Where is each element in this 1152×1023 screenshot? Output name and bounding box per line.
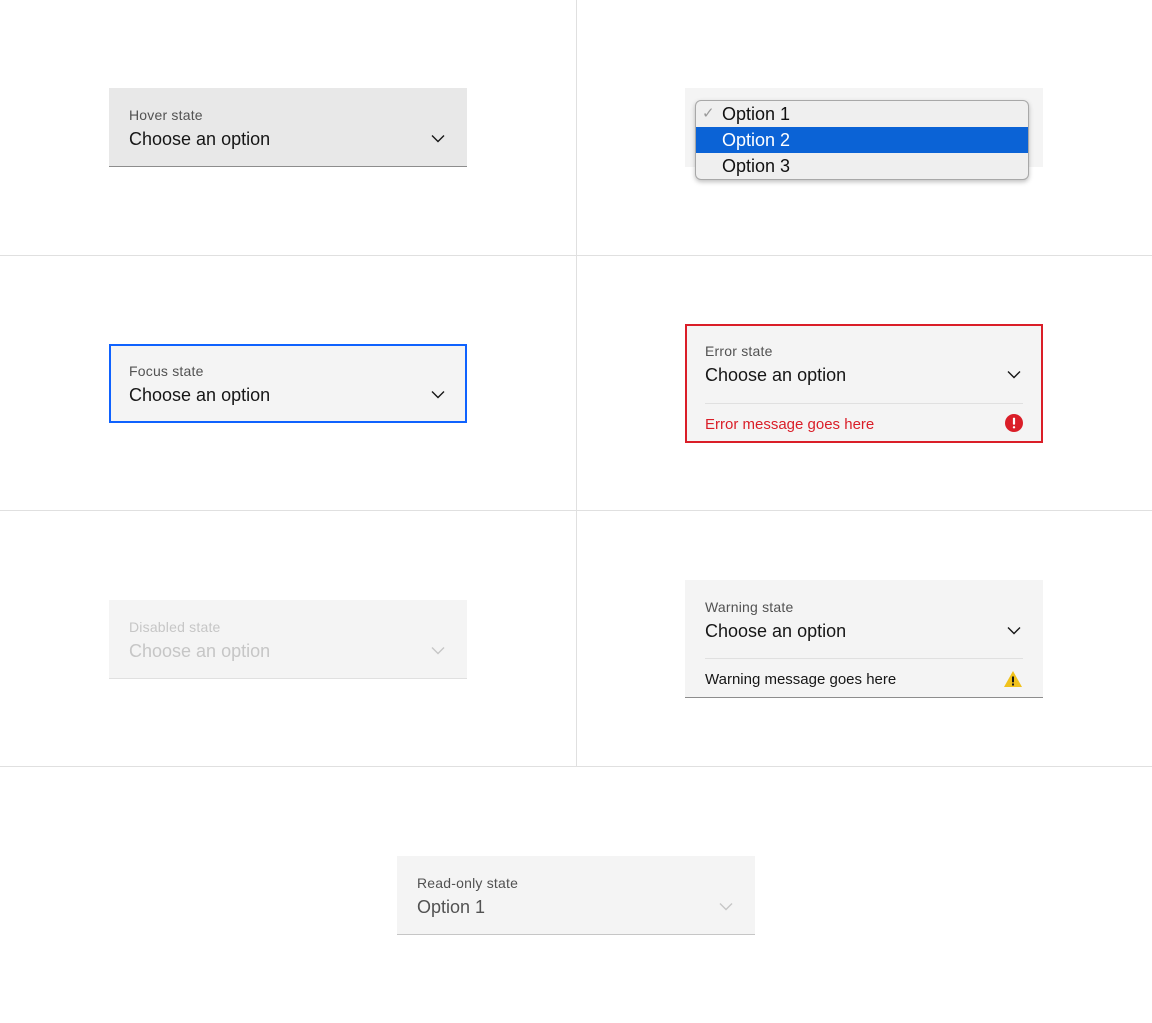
error-filled-icon — [1005, 414, 1023, 432]
select-disabled-state: Disabled state Choose an option — [109, 600, 467, 679]
select-value: Choose an option — [129, 385, 271, 405]
grid-divider-row-3 — [0, 766, 1152, 767]
select-label: Focus state — [129, 363, 204, 379]
select-readonly-state: Read-only state Option 1 — [397, 856, 755, 935]
option-item-2[interactable]: Option 2 — [696, 127, 1028, 153]
select-label: Hover state — [129, 107, 203, 123]
select-label: Read-only state — [417, 875, 519, 891]
select-value: Choose an option — [705, 621, 847, 641]
option-item-1[interactable]: ✓ Option 1 — [696, 101, 1028, 127]
grid-divider-row-2 — [0, 510, 1152, 511]
select-value: Choose an option — [705, 365, 847, 385]
divider — [705, 403, 1023, 404]
warning-message: Warning message goes here — [705, 671, 897, 688]
select-label: Warning state — [705, 599, 794, 615]
select-hover-state[interactable]: Hover state Choose an option — [109, 88, 467, 167]
select-label: Disabled state — [129, 619, 221, 635]
chevron-down-icon — [719, 902, 733, 911]
grid-divider-vertical — [576, 0, 577, 766]
select-value: Choose an option — [129, 641, 271, 661]
grid-divider-row-1 — [0, 255, 1152, 256]
warning-triangle-icon — [1003, 670, 1023, 688]
chevron-down-icon — [431, 390, 445, 399]
option-label: Option 1 — [722, 104, 791, 124]
divider — [705, 658, 1023, 659]
select-value: Option 1 — [417, 897, 486, 917]
select-warning-state[interactable]: Warning state Choose an option Warning m… — [685, 580, 1043, 698]
error-message: Error message goes here — [705, 416, 875, 433]
chevron-down-icon — [1007, 370, 1021, 379]
option-item-3[interactable]: Option 3 — [696, 153, 1028, 179]
select-open-options-list[interactable]: ✓ Option 1 Option 2 Option 3 — [695, 100, 1029, 180]
option-label: Option 3 — [722, 156, 791, 176]
select-focus-state[interactable]: Focus state Choose an option — [109, 344, 467, 423]
select-value: Choose an option — [129, 129, 271, 149]
chevron-down-icon — [1007, 626, 1021, 635]
select-error-state[interactable]: Error state Choose an option Error messa… — [685, 324, 1043, 443]
option-label: Option 2 — [722, 130, 791, 150]
chevron-down-icon — [431, 646, 445, 655]
select-label: Error state — [705, 343, 773, 359]
chevron-down-icon — [431, 134, 445, 143]
checkmark-icon: ✓ — [702, 105, 715, 122]
